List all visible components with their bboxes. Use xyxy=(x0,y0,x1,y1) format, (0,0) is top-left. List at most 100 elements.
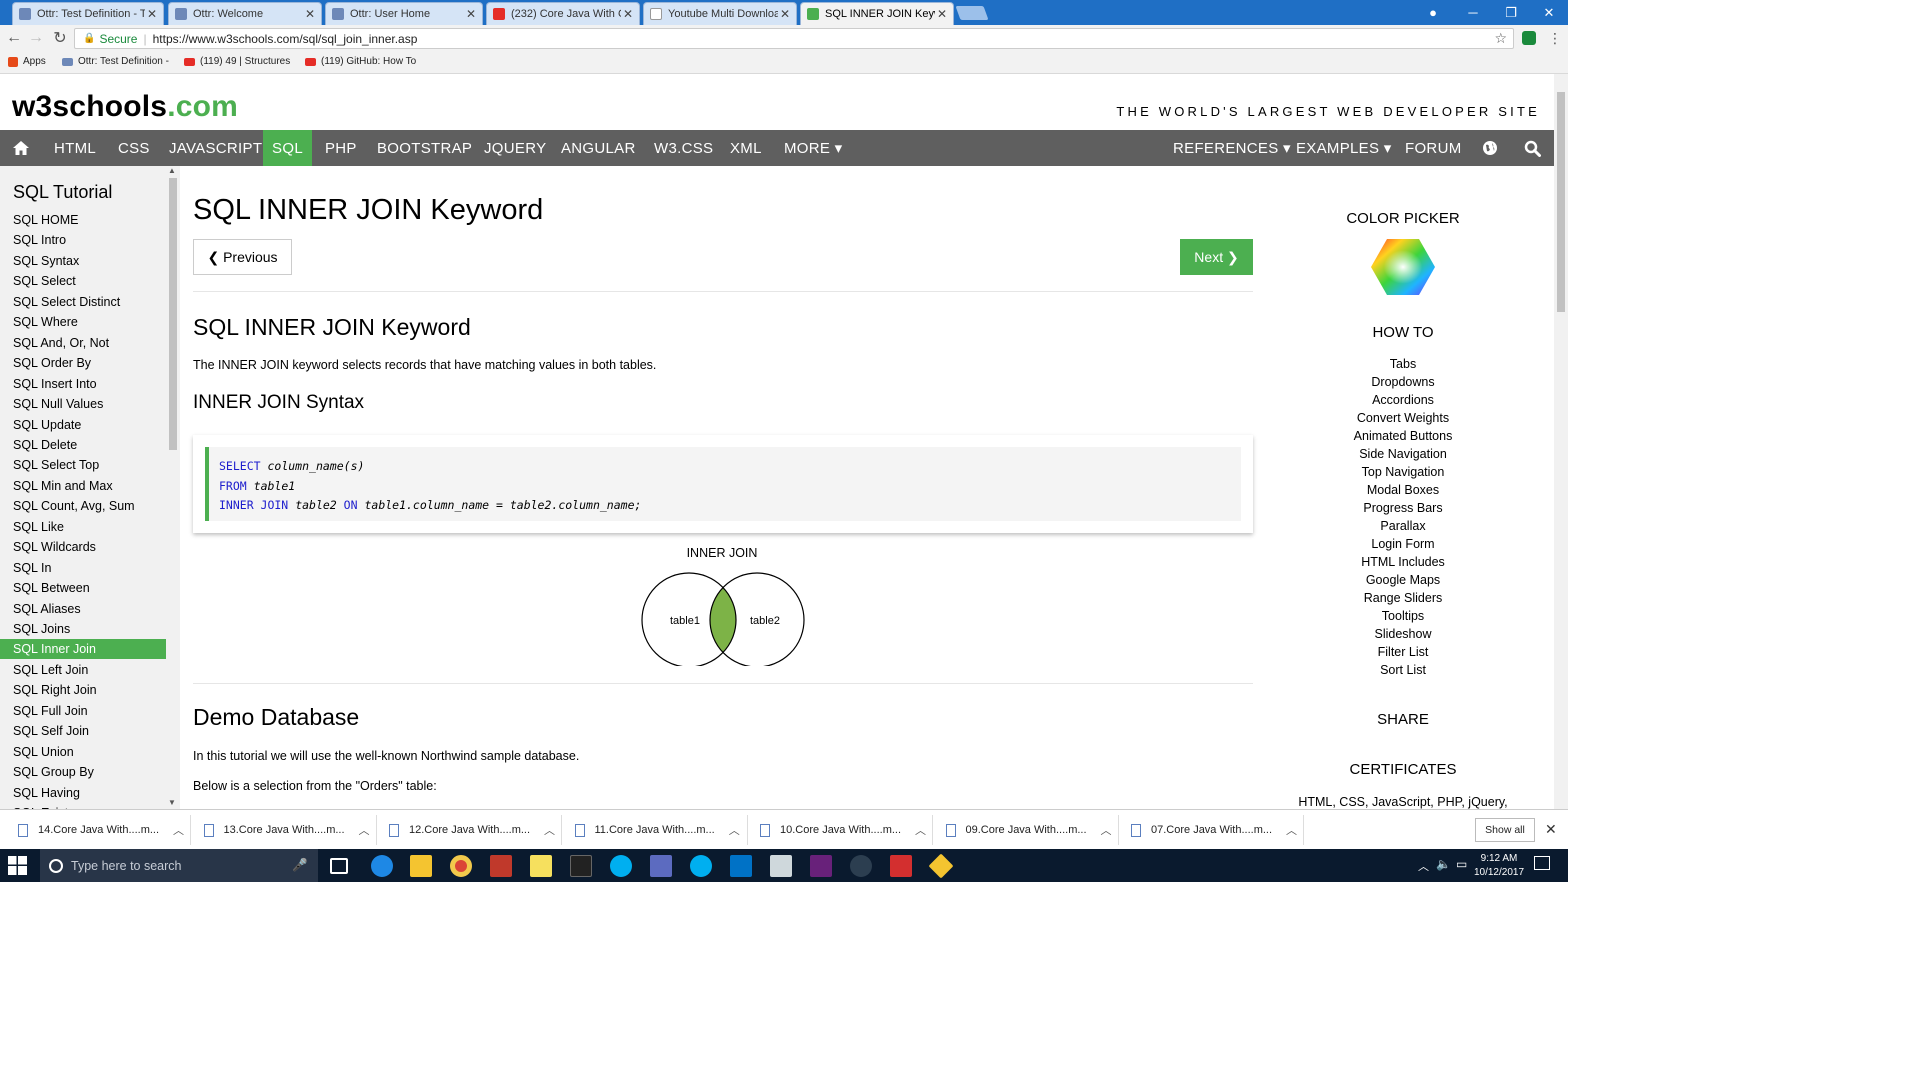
how-to-link[interactable]: Login Form xyxy=(1280,537,1526,551)
how-to-link[interactable]: Slideshow xyxy=(1280,627,1526,641)
download-item[interactable]: 13.Core Java With....m... ︿ xyxy=(203,817,370,843)
tab-close-icon[interactable]: ✕ xyxy=(778,7,792,21)
back-arrow-icon[interactable]: ← xyxy=(4,28,24,48)
how-to-link[interactable]: Tabs xyxy=(1280,357,1526,371)
sidebar-item[interactable]: SQL Union xyxy=(0,742,166,762)
nav-more-dropdown[interactable]: MORE ▾ xyxy=(773,130,854,166)
sidebar-item[interactable]: SQL Count, Avg, Sum xyxy=(0,496,166,516)
system-clock[interactable]: 9:12 AM 10/12/2017 xyxy=(1472,852,1526,880)
tab-close-icon[interactable]: ✕ xyxy=(303,7,317,21)
app-icon[interactable] xyxy=(928,853,954,879)
sidebar-item[interactable]: SQL Intro xyxy=(0,230,166,250)
star-icon[interactable]: ☆ xyxy=(1494,30,1507,47)
sidebar-item[interactable]: SQL Joins xyxy=(0,619,166,639)
bookmark-item[interactable]: (119) 49 | Structures xyxy=(184,56,290,67)
nav-javascript[interactable]: JAVASCRIPT xyxy=(158,130,273,166)
maximize-button[interactable]: ❐ xyxy=(1492,0,1530,25)
app-icon[interactable] xyxy=(490,855,512,877)
file-explorer-icon[interactable] xyxy=(410,855,432,877)
browser-tab[interactable]: (232) Core Java With OC ✕ xyxy=(486,2,640,25)
page-scrollbar-thumb[interactable] xyxy=(1557,92,1565,312)
sidebar-item[interactable]: SQL Select xyxy=(0,271,166,291)
download-item[interactable]: 09.Core Java With....m... ︿ xyxy=(945,817,1112,843)
bookmark-apps[interactable]: Apps xyxy=(8,56,46,67)
sidebar-item[interactable]: SQL Where xyxy=(0,312,166,332)
windows-start-icon[interactable] xyxy=(8,856,27,875)
browser-tab[interactable]: Ottr: Welcome ✕ xyxy=(168,2,322,25)
chevron-up-icon[interactable]: ︿ xyxy=(915,822,926,838)
browser-tab[interactable]: Ottr: User Home ✕ xyxy=(325,2,483,25)
download-item[interactable]: 12.Core Java With....m... ︿ xyxy=(389,817,555,843)
chevron-up-icon[interactable]: ︿ xyxy=(1286,822,1297,838)
sidebar-item[interactable]: SQL Having xyxy=(0,783,166,803)
how-to-link[interactable]: Modal Boxes xyxy=(1280,483,1526,497)
nav-angular[interactable]: ANGULAR xyxy=(550,130,647,166)
nav-references-dropdown[interactable]: REFERENCES ▾ xyxy=(1162,130,1302,166)
outlook-icon[interactable] xyxy=(730,855,752,877)
sidebar-item[interactable]: SQL Self Join xyxy=(0,721,166,741)
how-to-link[interactable]: Animated Buttons xyxy=(1280,429,1526,443)
how-to-link[interactable]: Tooltips xyxy=(1280,609,1526,623)
how-to-link[interactable]: Filter List xyxy=(1280,645,1526,659)
browser-tab[interactable]: Ottr: Test Definition - Tre ✕ xyxy=(12,2,164,25)
chevron-up-icon[interactable]: ︿ xyxy=(544,822,555,838)
nav-php[interactable]: PHP xyxy=(314,130,368,166)
skype-icon[interactable] xyxy=(610,855,632,877)
sidebar-item[interactable]: SQL And, Or, Not xyxy=(0,333,166,353)
chevron-up-icon[interactable]: ︿ xyxy=(359,822,370,838)
download-item[interactable]: 14.Core Java With....m... ︿ xyxy=(18,817,184,843)
how-to-link[interactable]: Top Navigation xyxy=(1280,465,1526,479)
tab-close-icon[interactable]: ✕ xyxy=(145,7,159,21)
bookmark-item[interactable]: Ottr: Test Definition - xyxy=(62,56,169,67)
sidebar-item[interactable]: SQL Null Values xyxy=(0,394,166,414)
url-text[interactable]: https://www.w3schools.com/sql/sql_join_i… xyxy=(153,32,418,46)
sidebar-item[interactable]: SQL Aliases xyxy=(0,599,166,619)
scroll-up-arrow-icon[interactable]: ▲ xyxy=(168,166,176,175)
sidebar-item[interactable]: SQL In xyxy=(0,558,166,578)
nav-jquery[interactable]: JQUERY xyxy=(473,130,557,166)
search-icon[interactable] xyxy=(1512,130,1552,166)
edge-browser-icon[interactable] xyxy=(371,855,393,877)
how-to-link[interactable]: HTML Includes xyxy=(1280,555,1526,569)
tab-close-icon[interactable]: ✕ xyxy=(464,7,478,21)
how-to-link[interactable]: Dropdowns xyxy=(1280,375,1526,389)
tab-close-icon[interactable]: ✕ xyxy=(621,7,635,21)
home-icon[interactable] xyxy=(0,130,41,166)
volume-icon[interactable]: 🔈 xyxy=(1436,857,1451,871)
action-center-icon[interactable] xyxy=(1534,856,1550,870)
scroll-down-arrow-icon[interactable]: ▼ xyxy=(168,798,176,807)
sidebar-item[interactable]: SQL HOME xyxy=(0,210,166,230)
new-tab-button[interactable] xyxy=(955,6,989,20)
profile-icon[interactable]: ● xyxy=(1414,0,1452,25)
sidebar-item[interactable]: SQL Wildcards xyxy=(0,537,166,557)
nav-html[interactable]: HTML xyxy=(43,130,107,166)
close-downloads-icon[interactable]: ✕ xyxy=(1545,821,1557,838)
microphone-icon[interactable]: 🎤 xyxy=(292,858,308,873)
sidebar-item[interactable]: SQL Delete xyxy=(0,435,166,455)
w3schools-logo[interactable]: w3schools.com xyxy=(12,90,238,124)
minimize-button[interactable]: ─ xyxy=(1454,0,1492,25)
how-to-link[interactable]: Sort List xyxy=(1280,663,1526,677)
terminal-icon[interactable] xyxy=(570,855,592,877)
sidebar-item[interactable]: SQL Like xyxy=(0,517,166,537)
extension-shield-icon[interactable] xyxy=(1522,31,1536,45)
how-to-link[interactable]: Range Sliders xyxy=(1280,591,1526,605)
visual-studio-icon[interactable] xyxy=(810,855,832,877)
sidebar-item[interactable]: SQL Inner Join xyxy=(0,639,166,660)
sidebar-item[interactable]: SQL Left Join xyxy=(0,660,166,680)
globe-icon[interactable] xyxy=(1470,130,1510,166)
browser-tab[interactable]: Youtube Multi Download ✕ xyxy=(643,2,797,25)
app-icon[interactable] xyxy=(650,855,672,877)
sidebar-item[interactable]: SQL Select Distinct xyxy=(0,292,166,312)
nav-w3css[interactable]: W3.CSS xyxy=(643,130,724,166)
sidebar-item[interactable]: SQL Full Join xyxy=(0,701,166,721)
task-view-icon[interactable] xyxy=(330,858,348,874)
sidebar-item[interactable]: SQL Between xyxy=(0,578,166,598)
tab-close-icon[interactable]: ✕ xyxy=(935,7,949,21)
nav-forum[interactable]: FORUM xyxy=(1394,130,1473,166)
sidebar-item[interactable]: SQL Right Join xyxy=(0,680,166,700)
previous-button[interactable]: ❮ Previous xyxy=(193,239,292,275)
how-to-link[interactable]: Progress Bars xyxy=(1280,501,1526,515)
sidebar-item[interactable]: SQL Order By xyxy=(0,353,166,373)
bookmark-item[interactable]: (119) GitHub: How To xyxy=(305,56,416,67)
